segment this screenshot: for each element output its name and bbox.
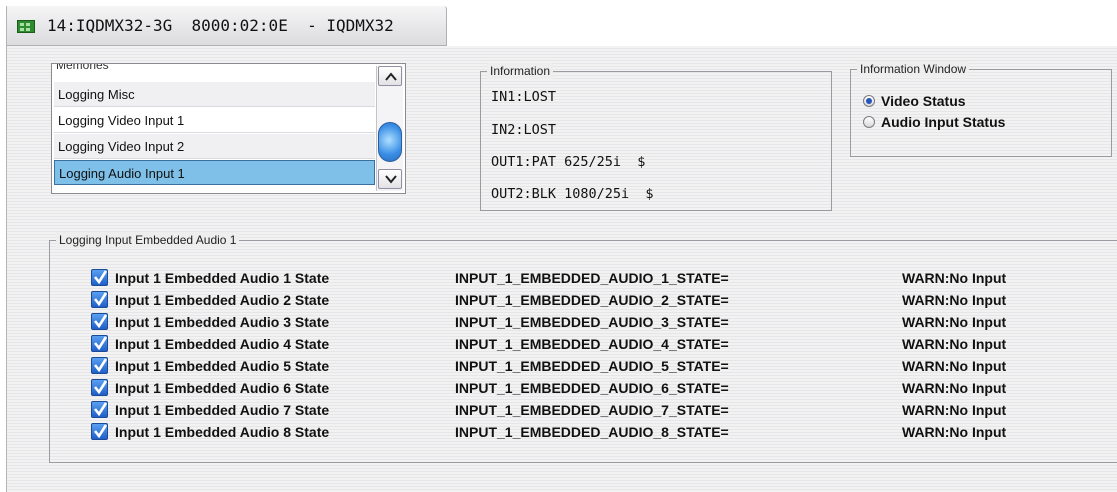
log-row-value: WARN:No Input [902,380,1007,396]
log-row: Input 1 Embedded Audio 4 State INPUT_1_E… [50,334,1100,356]
log-row-label: Input 1 Embedded Audio 4 State [115,336,330,352]
scroll-up-button[interactable] [378,66,402,86]
log-row-value: WARN:No Input [902,358,1007,374]
log-row-value: WARN:No Input [902,292,1007,308]
log-checkbox[interactable] [91,335,108,352]
window-title: 14:IQDMX32-3G 8000:02:0E - IQDMX32 [47,16,394,35]
info-line-out1: OUT1:PAT 625/25i $ [491,154,646,170]
log-row: Input 1 Embedded Audio 6 State INPUT_1_E… [50,378,1100,400]
log-row: Input 1 Embedded Audio 7 State INPUT_1_E… [50,400,1100,422]
log-row-label: Input 1 Embedded Audio 6 State [115,380,330,396]
checkmark-icon [93,292,107,306]
log-row-label: Input 1 Embedded Audio 8 State [115,424,330,440]
memories-listbox[interactable]: Memories Logging Misc Logging Video Inpu… [51,63,406,194]
log-row-label: Input 1 Embedded Audio 5 State [115,358,330,374]
memories-legend: Memories [56,63,109,72]
scroll-down-button[interactable] [378,169,402,189]
checkmark-icon [93,314,107,328]
log-row-key: INPUT_1_EMBEDDED_AUDIO_5_STATE= [455,358,729,374]
log-row-key: INPUT_1_EMBEDDED_AUDIO_1_STATE= [455,270,729,286]
log-checkbox[interactable] [91,379,108,396]
memories-scrollbar[interactable] [376,66,403,191]
log-row-value: WARN:No Input [902,402,1007,418]
information-window-legend: Information Window [857,61,970,77]
app-window: 14:IQDMX32-3G 8000:02:0E - IQDMX32 Memor… [6,6,1117,492]
checkmark-icon [93,358,107,372]
information-window-group: Information Window Video Status Audio In… [850,61,1112,157]
info-line-in1: IN1:LOST [491,89,557,105]
radio-label: Video Status [881,93,966,109]
memory-item-label: Logging Misc [58,87,135,102]
memory-item-logging-misc[interactable]: Logging Misc [54,82,375,107]
log-row: Input 1 Embedded Audio 8 State INPUT_1_E… [50,422,1100,444]
memory-item-logging-video-input-2[interactable]: Logging Video Input 2 [54,134,375,159]
information-group: Information IN1:LOST IN2:LOST OUT1:PAT 6… [480,63,832,211]
info-line-out2: OUT2:BLK 1080/25i $ [491,186,654,202]
memory-item-logging-audio-input-1[interactable]: Logging Audio Input 1 [54,160,375,185]
radio-button-icon [863,95,875,107]
checkmark-icon [93,336,107,350]
chevron-down-icon [385,175,397,184]
log-row-value: WARN:No Input [902,314,1007,330]
log-row: Input 1 Embedded Audio 3 State INPUT_1_E… [50,312,1100,334]
log-row: Input 1 Embedded Audio 5 State INPUT_1_E… [50,356,1100,378]
checkmark-icon [93,270,107,284]
log-checkbox[interactable] [91,357,108,374]
logging-group: Logging Input Embedded Audio 1 Input 1 E… [49,232,1117,463]
log-checkbox[interactable] [91,291,108,308]
log-checkbox[interactable] [91,401,108,418]
log-row-key: INPUT_1_EMBEDDED_AUDIO_2_STATE= [455,292,729,308]
log-row-key: INPUT_1_EMBEDDED_AUDIO_6_STATE= [455,380,729,396]
log-row-key: INPUT_1_EMBEDDED_AUDIO_8_STATE= [455,424,729,440]
information-legend: Information [487,63,554,79]
logging-legend: Logging Input Embedded Audio 1 [56,232,240,248]
info-line-in2: IN2:LOST [491,122,557,138]
log-row-label: Input 1 Embedded Audio 1 State [115,270,330,286]
radio-label: Audio Input Status [881,114,1006,130]
checkmark-icon [93,380,107,394]
memory-item-logging-video-input-1[interactable]: Logging Video Input 1 [54,108,375,133]
log-row-value: WARN:No Input [902,270,1007,286]
checkmark-icon [93,424,107,438]
scroll-thumb[interactable] [378,122,402,162]
log-row: Input 1 Embedded Audio 2 State INPUT_1_E… [50,290,1100,312]
memory-item-label: Logging Video Input 1 [58,113,185,128]
memory-item-label: Logging Audio Input 1 [59,166,185,181]
card-icon [17,20,35,33]
log-row: Input 1 Embedded Audio 1 State INPUT_1_E… [50,268,1100,290]
log-row-label: Input 1 Embedded Audio 7 State [115,402,330,418]
log-row-value: WARN:No Input [902,336,1007,352]
log-row-key: INPUT_1_EMBEDDED_AUDIO_3_STATE= [455,314,729,330]
checkmark-icon [93,402,107,416]
log-row-key: INPUT_1_EMBEDDED_AUDIO_4_STATE= [455,336,729,352]
radio-button-icon [863,116,875,128]
log-row-key: INPUT_1_EMBEDDED_AUDIO_7_STATE= [455,402,729,418]
title-tab[interactable]: 14:IQDMX32-3G 8000:02:0E - IQDMX32 [7,6,447,46]
memory-item-label: Logging Video Input 2 [58,139,185,154]
log-checkbox[interactable] [91,313,108,330]
title-bar: 14:IQDMX32-3G 8000:02:0E - IQDMX32 [7,6,1117,46]
log-row-label: Input 1 Embedded Audio 3 State [115,314,330,330]
log-checkbox[interactable] [91,423,108,440]
log-checkbox[interactable] [91,269,108,286]
log-row-value: WARN:No Input [902,424,1007,440]
chevron-up-icon [385,72,397,81]
log-row-label: Input 1 Embedded Audio 2 State [115,292,330,308]
